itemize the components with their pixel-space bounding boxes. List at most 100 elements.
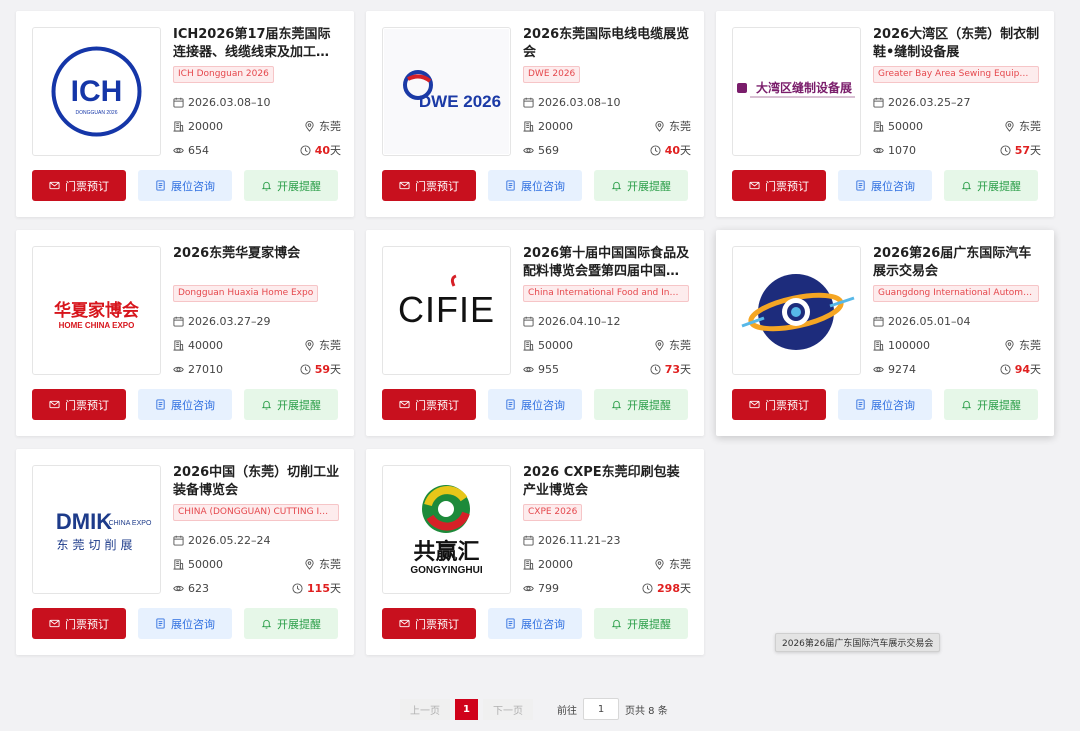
exhibition-views: 9274 bbox=[888, 362, 916, 376]
location-pin-icon bbox=[304, 558, 315, 570]
ticket-booking-button[interactable]: 门票预订 bbox=[32, 170, 126, 201]
card-actions: 门票预订 展位咨询 开展提醒 bbox=[382, 170, 688, 201]
document-icon bbox=[855, 180, 866, 191]
exhibition-info: 2026东莞华夏家博会 Dongguan Huaxia Home Expo 2026… bbox=[173, 245, 341, 376]
opening-reminder-button[interactable]: 开展提醒 bbox=[594, 389, 688, 420]
booth-consult-button[interactable]: 展位咨询 bbox=[488, 608, 582, 639]
exhibition-city: 东莞 bbox=[319, 120, 341, 133]
ticket-booking-label: 门票预订 bbox=[765, 398, 809, 412]
document-icon bbox=[155, 618, 166, 629]
opening-reminder-button[interactable]: 开展提醒 bbox=[594, 170, 688, 201]
exhibition-date: 2026.04.10–12 bbox=[538, 314, 621, 328]
next-page-button[interactable]: 下一页 bbox=[483, 698, 533, 720]
exhibition-logo[interactable]: ICH DONGGUAN 2026 bbox=[32, 27, 161, 156]
days-remaining: 298 bbox=[657, 582, 680, 595]
clock-icon bbox=[1000, 363, 1011, 375]
exhibition-logo[interactable] bbox=[732, 246, 861, 375]
bell-icon bbox=[611, 180, 622, 191]
sewing-expo-logo-icon: 大湾区缝制设备展 bbox=[737, 80, 855, 98]
ticket-booking-button[interactable]: 门票预订 bbox=[32, 608, 126, 639]
ticket-booking-button[interactable]: 门票预订 bbox=[382, 608, 476, 639]
exhibition-title[interactable]: 2026 CXPE东莞印刷包装产业博览会 bbox=[523, 464, 691, 500]
opening-reminder-label: 开展提醒 bbox=[277, 398, 321, 412]
exhibition-tag: DWE 2026 bbox=[523, 66, 581, 83]
exhibition-title[interactable]: 2026第26届广东国际汽车展示交易会 bbox=[873, 245, 1041, 281]
bell-icon bbox=[611, 399, 622, 410]
opening-reminder-button[interactable]: 开展提醒 bbox=[594, 608, 688, 639]
exhibition-card[interactable]: DWE 2026 2026东莞国际电线电缆展览会 DWE 2026 2026.03.0… bbox=[366, 11, 704, 217]
opening-reminder-button[interactable]: 开展提醒 bbox=[244, 170, 338, 201]
ticket-booking-button[interactable]: 门票预订 bbox=[382, 170, 476, 201]
card-actions: 门票预订 展位咨询 开展提醒 bbox=[32, 170, 338, 201]
exhibition-card[interactable]: 大湾区缝制设备展 2026大湾区（东莞）制衣制鞋•缝制设备展 Greater Bay… bbox=[716, 11, 1054, 217]
opening-reminder-label: 开展提醒 bbox=[627, 398, 671, 412]
exhibition-card[interactable]: 2026第26届广东国际汽车展示交易会 Guangdong Internation… bbox=[716, 230, 1054, 436]
opening-reminder-button[interactable]: 开展提醒 bbox=[944, 389, 1038, 420]
booth-consult-button[interactable]: 展位咨询 bbox=[488, 389, 582, 420]
exhibition-logo[interactable]: 共赢汇 GONGYINGHUI bbox=[382, 465, 511, 594]
booth-consult-button[interactable]: 展位咨询 bbox=[488, 170, 582, 201]
exhibition-area: 20000 bbox=[538, 557, 573, 571]
calendar-icon bbox=[523, 97, 534, 108]
days-remaining: 94 bbox=[1014, 363, 1030, 376]
exhibition-card[interactable]: ICH DONGGUAN 2026 ICH2026第17届东莞国际连接器、线缆线束及… bbox=[16, 11, 354, 217]
exhibition-area: 50000 bbox=[188, 557, 223, 571]
exhibition-title[interactable]: ICH2026第17届东莞国际连接器、线缆线束及加工设备展 bbox=[173, 26, 341, 62]
exhibition-logo[interactable]: DMIK CHINA EXPO 东莞切削展 bbox=[32, 465, 161, 594]
exhibition-area: 50000 bbox=[538, 338, 573, 352]
exhibition-logo[interactable]: CIFIE bbox=[382, 246, 511, 375]
prev-page-button[interactable]: 上一页 bbox=[400, 698, 450, 720]
exhibition-title[interactable]: 2026第十届中国国际食品及配料博览会暨第四届中国国际食品饮料展 bbox=[523, 245, 691, 281]
svg-text:DMIK: DMIK bbox=[56, 509, 112, 534]
exhibition-area: 50000 bbox=[888, 119, 923, 133]
booth-consult-button[interactable]: 展位咨询 bbox=[838, 389, 932, 420]
building-icon bbox=[173, 558, 184, 570]
exhibition-logo[interactable]: 大湾区缝制设备展 bbox=[732, 27, 861, 156]
calendar-icon bbox=[523, 535, 534, 546]
exhibition-info: ICH2026第17届东莞国际连接器、线缆线束及加工设备展 ICH Donggua… bbox=[173, 26, 341, 157]
exhibition-tag: ICH Dongguan 2026 bbox=[173, 66, 274, 83]
location-pin-icon bbox=[304, 339, 315, 351]
days-remaining: 59 bbox=[314, 363, 330, 376]
exhibition-title[interactable]: 2026东莞华夏家博会 bbox=[173, 245, 341, 281]
booth-consult-button[interactable]: 展位咨询 bbox=[838, 170, 932, 201]
exhibition-logo[interactable]: DWE 2026 bbox=[382, 27, 511, 156]
ticket-icon bbox=[399, 618, 410, 629]
exhibition-card[interactable]: DMIK CHINA EXPO 东莞切削展 2026中国（东莞）切削工业装备博览会 CH… bbox=[16, 449, 354, 655]
exhibition-logo[interactable]: 华夏家博会 HOME CHINA EXPO bbox=[32, 246, 161, 375]
location-pin-icon bbox=[654, 339, 665, 351]
exhibition-info: 2026东莞国际电线电缆展览会 DWE 2026 2026.03.08–10 2000… bbox=[523, 26, 691, 157]
ticket-booking-button[interactable]: 门票预订 bbox=[732, 170, 826, 201]
goto-page-input[interactable]: 1 bbox=[583, 698, 619, 720]
exhibition-card[interactable]: 华夏家博会 HOME CHINA EXPO 2026东莞华夏家博会 Dongguan … bbox=[16, 230, 354, 436]
exhibition-card[interactable]: CIFIE 2026第十届中国国际食品及配料博览会暨第四届中国国际食品饮料展 Chi… bbox=[366, 230, 704, 436]
calendar-icon bbox=[523, 316, 534, 327]
booth-consult-label: 展位咨询 bbox=[171, 617, 215, 631]
exhibition-title[interactable]: 2026中国（东莞）切削工业装备博览会 bbox=[173, 464, 341, 500]
ticket-booking-button[interactable]: 门票预订 bbox=[732, 389, 826, 420]
page-number-current[interactable]: 1 bbox=[455, 698, 478, 720]
exhibition-date: 2026.11.21–23 bbox=[538, 533, 621, 547]
location-pin-icon bbox=[1004, 339, 1015, 351]
svg-text:CHINA EXPO: CHINA EXPO bbox=[109, 520, 152, 527]
clock-icon bbox=[300, 144, 311, 156]
opening-reminder-button[interactable]: 开展提醒 bbox=[244, 608, 338, 639]
exhibition-views: 654 bbox=[188, 143, 209, 157]
ticket-booking-button[interactable]: 门票预订 bbox=[32, 389, 126, 420]
opening-reminder-button[interactable]: 开展提醒 bbox=[944, 170, 1038, 201]
exhibition-views: 623 bbox=[188, 581, 209, 595]
exhibition-card[interactable]: 共赢汇 GONGYINGHUI 2026 CXPE东莞印刷包装产业博览会 CXPE 2… bbox=[366, 449, 704, 655]
ticket-icon bbox=[749, 399, 760, 410]
calendar-icon bbox=[173, 97, 184, 108]
exhibition-title[interactable]: 2026东莞国际电线电缆展览会 bbox=[523, 26, 691, 62]
exhibition-views: 1070 bbox=[888, 143, 916, 157]
opening-reminder-button[interactable]: 开展提醒 bbox=[244, 389, 338, 420]
booth-consult-button[interactable]: 展位咨询 bbox=[138, 389, 232, 420]
exhibition-title[interactable]: 2026大湾区（东莞）制衣制鞋•缝制设备展 bbox=[873, 26, 1041, 62]
document-icon bbox=[505, 180, 516, 191]
booth-consult-button[interactable]: 展位咨询 bbox=[138, 170, 232, 201]
card-actions: 门票预订 展位咨询 开展提醒 bbox=[382, 608, 688, 639]
booth-consult-button[interactable]: 展位咨询 bbox=[138, 608, 232, 639]
bell-icon bbox=[261, 618, 272, 629]
ticket-booking-button[interactable]: 门票预订 bbox=[382, 389, 476, 420]
